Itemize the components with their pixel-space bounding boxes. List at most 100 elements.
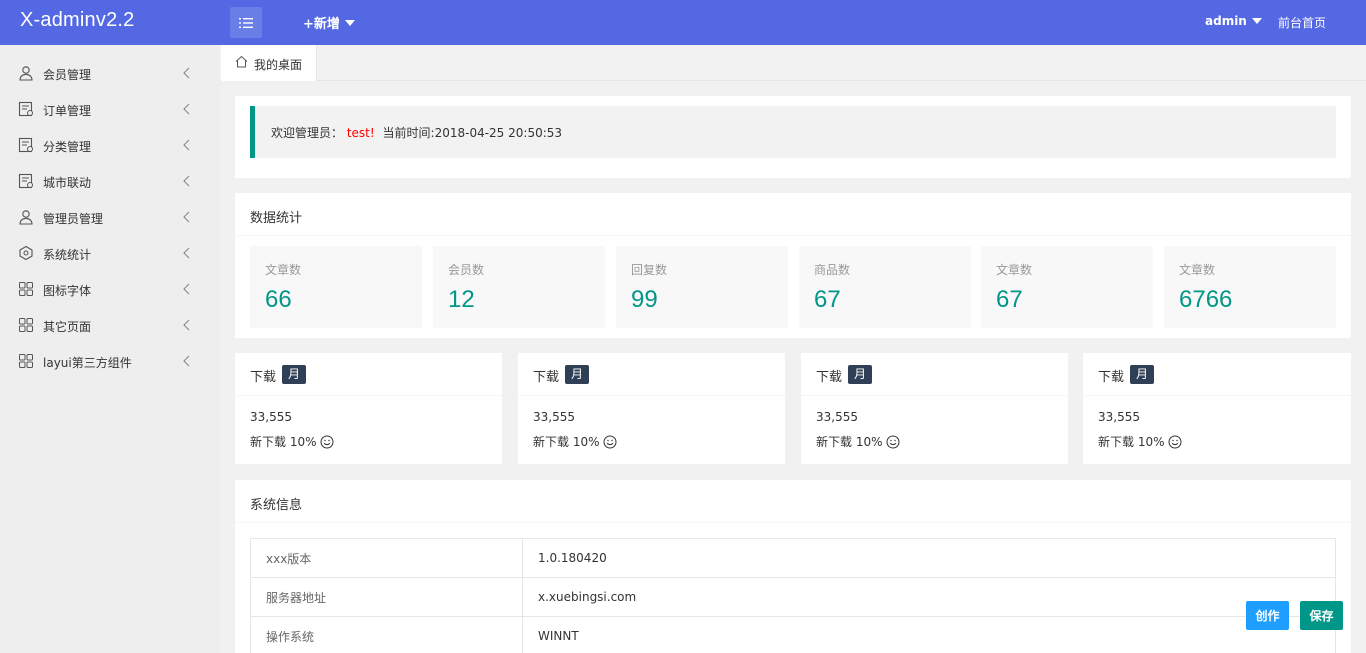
table-cell-key: 操作系统 bbox=[250, 616, 523, 653]
stat-value: 99 bbox=[631, 286, 658, 313]
stat-label: 商品数 bbox=[814, 263, 851, 277]
stat-value: 66 bbox=[265, 286, 292, 313]
sidebar-item-label: 图标字体 bbox=[43, 284, 92, 298]
menu-toggle-button[interactable] bbox=[230, 7, 262, 38]
save-button[interactable]: 保存 bbox=[1300, 601, 1343, 630]
sidebar-item-label: 分类管理 bbox=[43, 140, 92, 154]
tab-my-desktop[interactable]: 我的桌面 bbox=[221, 45, 317, 81]
sidebar-item-members[interactable]: 会员管理 bbox=[0, 55, 220, 91]
download-card: 下载 月 33,555 新下载 10% bbox=[518, 353, 785, 464]
home-icon bbox=[235, 55, 248, 68]
card-title: 下载 bbox=[816, 370, 843, 385]
tab-label: 我的桌面 bbox=[254, 58, 303, 72]
sidebar: 会员管理 订单管理 分类管理 城市联动 管理员管理 系统统计 图标字体 其它页面 bbox=[0, 45, 220, 653]
chevron-left-icon bbox=[183, 103, 190, 115]
table-cell-key: 服务器地址 bbox=[250, 577, 523, 617]
stat-value: 12 bbox=[448, 286, 475, 313]
add-new-label: +新增 bbox=[303, 17, 340, 32]
download-growth: 新下载 10% bbox=[816, 433, 900, 450]
growth-text: 新下载 10% bbox=[1098, 435, 1165, 449]
growth-text: 新下载 10% bbox=[816, 435, 883, 449]
admin-user-icon bbox=[19, 210, 33, 225]
tab-bar: 我的桌面 bbox=[220, 45, 1366, 81]
create-button[interactable]: 创作 bbox=[1246, 601, 1289, 630]
card-header: 系统信息 bbox=[235, 480, 1351, 523]
list-icon bbox=[239, 17, 253, 28]
stat-label: 会员数 bbox=[448, 263, 485, 277]
download-card: 下载 月 33,555 新下载 10% bbox=[235, 353, 502, 464]
grid-icon bbox=[19, 282, 33, 296]
table-row: xxx版本 1.0.180420 bbox=[250, 538, 1336, 578]
stat-label: 文章数 bbox=[996, 263, 1033, 277]
welcome-prefix: 欢迎管理员： bbox=[271, 126, 344, 140]
card-title: 数据统计 bbox=[250, 211, 303, 226]
stat-box[interactable]: 文章数 67 bbox=[981, 246, 1153, 328]
download-count: 33,555 bbox=[250, 410, 292, 424]
stat-box[interactable]: 商品数 67 bbox=[799, 246, 971, 328]
stat-value: 67 bbox=[814, 286, 841, 313]
sidebar-item-label: 会员管理 bbox=[43, 68, 92, 82]
stats-icon bbox=[19, 245, 33, 261]
sidebar-item-icon-fonts[interactable]: 图标字体 bbox=[0, 271, 220, 307]
download-count: 33,555 bbox=[816, 410, 858, 424]
chevron-left-icon bbox=[183, 211, 190, 223]
sidebar-item-city[interactable]: 城市联动 bbox=[0, 163, 220, 199]
growth-text: 新下载 10% bbox=[533, 435, 600, 449]
user-menu[interactable]: admin bbox=[1205, 14, 1262, 28]
current-time: 当前时间:2018-04-25 20:50:53 bbox=[382, 126, 563, 140]
sidebar-item-label: 其它页面 bbox=[43, 320, 92, 334]
stat-box[interactable]: 会员数 12 bbox=[433, 246, 605, 328]
stat-value: 6766 bbox=[1179, 286, 1233, 313]
sidebar-item-orders[interactable]: 订单管理 bbox=[0, 91, 220, 127]
card-header: 下载 月 bbox=[801, 353, 1068, 396]
smile-icon bbox=[1168, 435, 1181, 448]
table-cell-value: 1.0.180420 bbox=[522, 538, 1336, 578]
stat-value: 67 bbox=[996, 286, 1023, 313]
stat-label: 文章数 bbox=[265, 263, 302, 277]
table-row: 服务器地址 x.xuebingsi.com bbox=[250, 577, 1336, 617]
download-card: 下载 月 33,555 新下载 10% bbox=[1083, 353, 1351, 464]
user-name: admin bbox=[1205, 14, 1247, 28]
stat-box[interactable]: 文章数 66 bbox=[250, 246, 422, 328]
card-header: 数据统计 bbox=[235, 193, 1351, 236]
smile-icon bbox=[320, 435, 333, 448]
chevron-left-icon bbox=[183, 139, 190, 151]
top-header: X-adminv2.2 +新增 admin 前台首页 bbox=[0, 0, 1366, 45]
sidebar-item-label: 订单管理 bbox=[43, 104, 92, 118]
chevron-left-icon bbox=[183, 175, 190, 187]
stat-label: 回复数 bbox=[631, 263, 668, 277]
month-badge: 月 bbox=[848, 365, 872, 384]
front-home-link[interactable]: 前台首页 bbox=[1278, 14, 1326, 31]
system-info-card: 系统信息 xxx版本 1.0.180420 服务器地址 x.xuebingsi.… bbox=[235, 480, 1351, 653]
welcome-banner: 欢迎管理员： test! 当前时间:2018-04-25 20:50:53 bbox=[250, 106, 1336, 158]
app-logo[interactable]: X-adminv2.2 bbox=[20, 9, 134, 32]
download-card: 下载 月 33,555 新下载 10% bbox=[801, 353, 1068, 464]
smile-icon bbox=[886, 435, 899, 448]
table-cell-value: WINNT bbox=[522, 616, 1336, 653]
chevron-left-icon bbox=[183, 283, 190, 295]
category-icon bbox=[18, 137, 33, 153]
sidebar-item-layui-components[interactable]: layui第三方组件 bbox=[0, 343, 220, 379]
sidebar-item-label: layui第三方组件 bbox=[43, 356, 132, 370]
caret-down-icon bbox=[344, 19, 355, 26]
sidebar-item-other-pages[interactable]: 其它页面 bbox=[0, 307, 220, 343]
card-header: 下载 月 bbox=[235, 353, 502, 396]
sidebar-item-admins[interactable]: 管理员管理 bbox=[0, 199, 220, 235]
download-count: 33,555 bbox=[1098, 410, 1140, 424]
grid-icon bbox=[19, 354, 33, 368]
stat-box[interactable]: 文章数 6766 bbox=[1164, 246, 1336, 328]
city-icon bbox=[18, 173, 33, 189]
welcome-text: 欢迎管理员： test! 当前时间:2018-04-25 20:50:53 bbox=[271, 124, 562, 141]
download-growth: 新下载 10% bbox=[533, 433, 617, 450]
chevron-left-icon bbox=[183, 355, 190, 367]
add-new-menu[interactable]: +新增 bbox=[303, 13, 355, 32]
chevron-left-icon bbox=[183, 247, 190, 259]
right-gutter bbox=[1350, 81, 1366, 653]
sidebar-item-system-stats[interactable]: 系统统计 bbox=[0, 235, 220, 271]
stat-box[interactable]: 回复数 99 bbox=[616, 246, 788, 328]
sidebar-item-categories[interactable]: 分类管理 bbox=[0, 127, 220, 163]
month-badge: 月 bbox=[1130, 365, 1154, 384]
grid-icon bbox=[19, 318, 33, 332]
sidebar-item-label: 城市联动 bbox=[43, 176, 92, 190]
chevron-left-icon bbox=[183, 67, 190, 79]
